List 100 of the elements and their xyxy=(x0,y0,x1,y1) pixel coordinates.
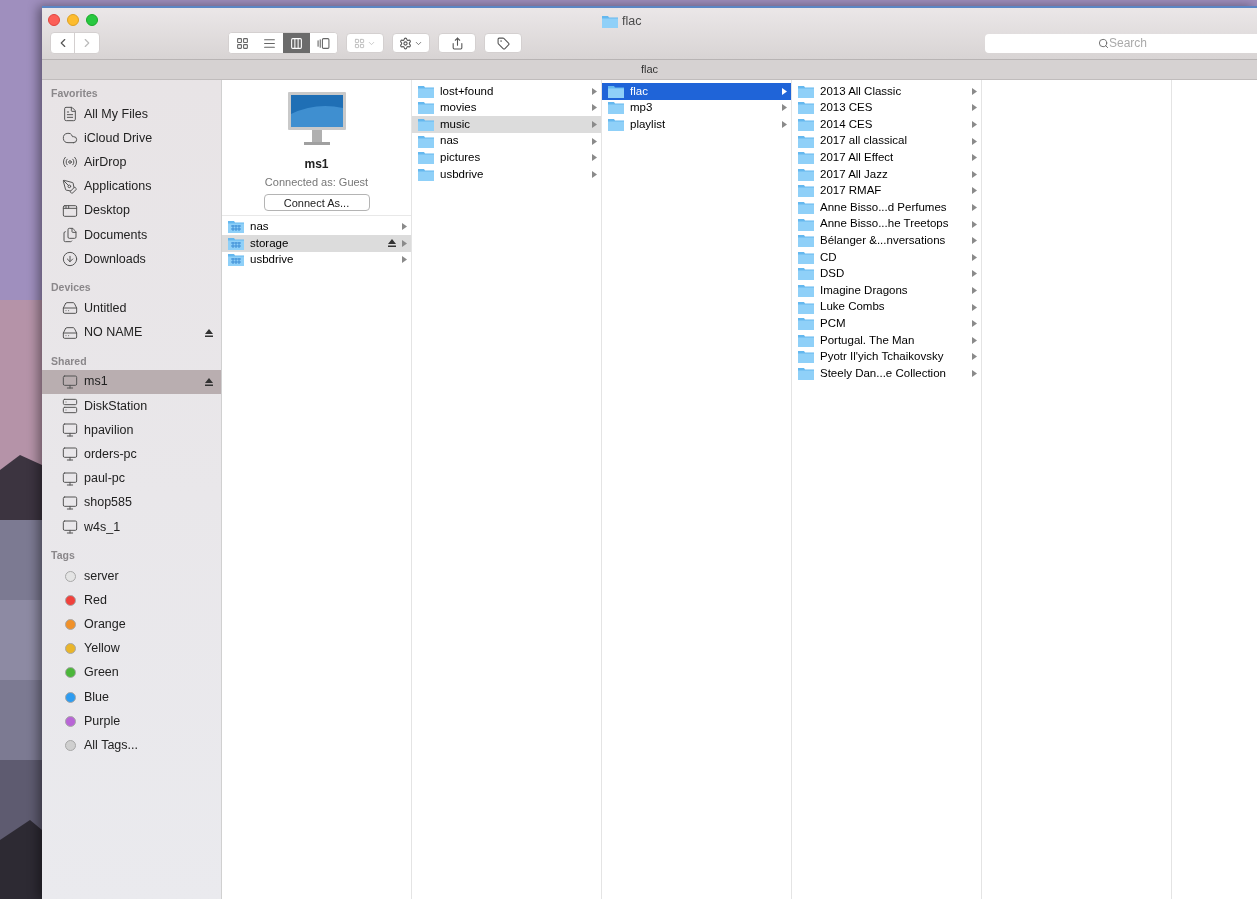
sidebar-item[interactable]: Green xyxy=(42,660,221,685)
disclosure-arrow-icon xyxy=(592,137,597,145)
sidebar-item[interactable]: hpavilion xyxy=(42,418,221,443)
folder-icon xyxy=(418,101,434,115)
sidebar-item[interactable]: Orange xyxy=(42,612,221,637)
monitor-icon xyxy=(62,494,78,511)
window-title: flac xyxy=(622,13,642,30)
search-field[interactable]: Search xyxy=(985,33,1257,53)
folder-row[interactable]: music xyxy=(412,116,601,133)
list-icon xyxy=(263,36,276,50)
folder-row[interactable]: Anne Bisso...d Perfumes xyxy=(792,199,981,216)
sidebar-item[interactable]: AirDrop xyxy=(42,150,221,175)
sidebar-item[interactable]: Blue xyxy=(42,684,221,710)
sidebar-item[interactable]: Applications xyxy=(42,174,221,199)
folder-row[interactable]: CD xyxy=(792,248,981,266)
folder-row[interactable]: 2017 All Effect xyxy=(792,149,981,166)
folder-row[interactable]: 2013 CES xyxy=(792,99,981,117)
server-name: ms1 xyxy=(304,156,329,173)
pen-icon xyxy=(62,178,78,195)
sidebar-item[interactable]: Documents xyxy=(42,222,221,248)
sidebar-item[interactable]: Downloads xyxy=(42,247,221,272)
sidebar-item[interactable]: DiskStation xyxy=(42,393,221,419)
folder-row[interactable]: nas xyxy=(222,218,411,236)
shared-folder-icon xyxy=(228,220,244,234)
folder-icon xyxy=(798,217,814,231)
folder-row[interactable]: DSD xyxy=(792,265,981,283)
folder-row[interactable]: 2017 RMAF xyxy=(792,182,981,200)
sidebar-item[interactable]: Red xyxy=(42,588,221,613)
folder-row[interactable]: Anne Bisso...he Treetops xyxy=(792,215,981,233)
shared-folder-icon xyxy=(228,253,244,267)
folder-icon xyxy=(608,101,624,115)
gallery-icon xyxy=(317,36,330,50)
view-mode-button[interactable] xyxy=(283,33,310,53)
sidebar-item[interactable]: Purple xyxy=(42,709,221,734)
folder-row[interactable]: mp3 xyxy=(602,99,791,117)
disclosure-arrow-icon xyxy=(972,220,977,228)
folder-row[interactable]: usbdrive xyxy=(222,251,411,269)
folder-row[interactable]: 2017 all classical xyxy=(792,132,981,150)
sidebar-item[interactable]: Desktop xyxy=(42,198,221,223)
sidebar-item[interactable]: All My Files xyxy=(42,102,221,127)
folder-icon xyxy=(608,118,624,131)
folder-row[interactable]: playlist xyxy=(602,116,791,133)
columns-icon xyxy=(290,36,303,50)
folder-row[interactable]: pictures xyxy=(412,149,601,166)
sidebar-item[interactable]: w4s_1 xyxy=(42,514,221,539)
sidebar-item[interactable]: Yellow xyxy=(42,636,221,661)
folder-row[interactable]: lost+found xyxy=(412,83,601,100)
sidebar-item[interactable]: orders-pc xyxy=(42,442,221,467)
folder-icon xyxy=(798,300,814,314)
disclosure-arrow-icon xyxy=(592,121,597,128)
folder-icon xyxy=(418,118,434,131)
action-button[interactable] xyxy=(392,33,430,53)
folder-icon xyxy=(798,234,814,248)
window-icon xyxy=(62,202,78,219)
monitor-icon xyxy=(62,422,78,439)
tag-button[interactable] xyxy=(484,33,522,53)
folder-row[interactable]: Imagine Dragons xyxy=(792,282,981,299)
folder-row[interactable]: 2013 All Classic xyxy=(792,83,981,100)
folder-row[interactable]: movies xyxy=(412,99,601,117)
disclosure-arrow-icon xyxy=(972,87,977,95)
sidebar-item[interactable]: server xyxy=(42,564,221,589)
folder-row[interactable]: storage xyxy=(222,235,411,252)
sidebar-item[interactable]: All Tags... xyxy=(42,733,221,758)
eject-icon[interactable] xyxy=(205,377,213,386)
eject-icon[interactable] xyxy=(205,328,213,337)
folder-row[interactable]: flac xyxy=(602,83,791,100)
folder-row[interactable]: 2014 CES xyxy=(792,116,981,133)
folder-row[interactable]: Luke Combs xyxy=(792,298,981,316)
connect-as-button[interactable]: Connect As... xyxy=(263,193,370,211)
sidebar-item[interactable]: Untitled xyxy=(42,296,221,321)
folder-row[interactable]: Portugal. The Man xyxy=(792,331,981,349)
folder-row[interactable]: 2017 All Jazz xyxy=(792,165,981,183)
disclosure-arrow-icon xyxy=(592,104,597,112)
share-button[interactable] xyxy=(438,33,476,53)
folder-icon xyxy=(798,317,814,331)
disclosure-arrow-icon xyxy=(972,303,977,311)
folder-row[interactable]: usbdrive xyxy=(412,165,601,183)
sidebar-item[interactable]: iCloud Drive xyxy=(42,126,221,151)
folder-icon xyxy=(798,184,814,198)
disclosure-arrow-icon xyxy=(782,121,787,128)
folder-icon xyxy=(602,14,618,28)
sidebar-item[interactable]: ms1 xyxy=(42,369,221,394)
zoom-button[interactable] xyxy=(86,14,98,26)
eject-icon[interactable] xyxy=(388,239,396,248)
monitor-icon xyxy=(62,446,78,463)
close-button[interactable] xyxy=(48,14,60,26)
sidebar-item[interactable]: paul-pc xyxy=(42,466,221,491)
folder-row[interactable]: Pyotr Il'yich Tchaikovsky xyxy=(792,348,981,366)
folder-row[interactable]: Bélanger &...nversations xyxy=(792,232,981,249)
folder-icon xyxy=(798,84,814,98)
grid-icon xyxy=(236,36,249,50)
sidebar-item[interactable]: shop585 xyxy=(42,490,221,515)
folder-row[interactable]: PCM xyxy=(792,315,981,332)
monitor-icon xyxy=(62,518,78,535)
sidebar-item[interactable]: NO NAME xyxy=(42,320,221,345)
folder-icon xyxy=(798,200,814,214)
folder-row[interactable]: Steely Dan...e Collection xyxy=(792,365,981,382)
folder-icon xyxy=(798,134,814,148)
connection-status: Connected as: Guest xyxy=(264,175,369,190)
folder-row[interactable]: nas xyxy=(412,132,601,150)
